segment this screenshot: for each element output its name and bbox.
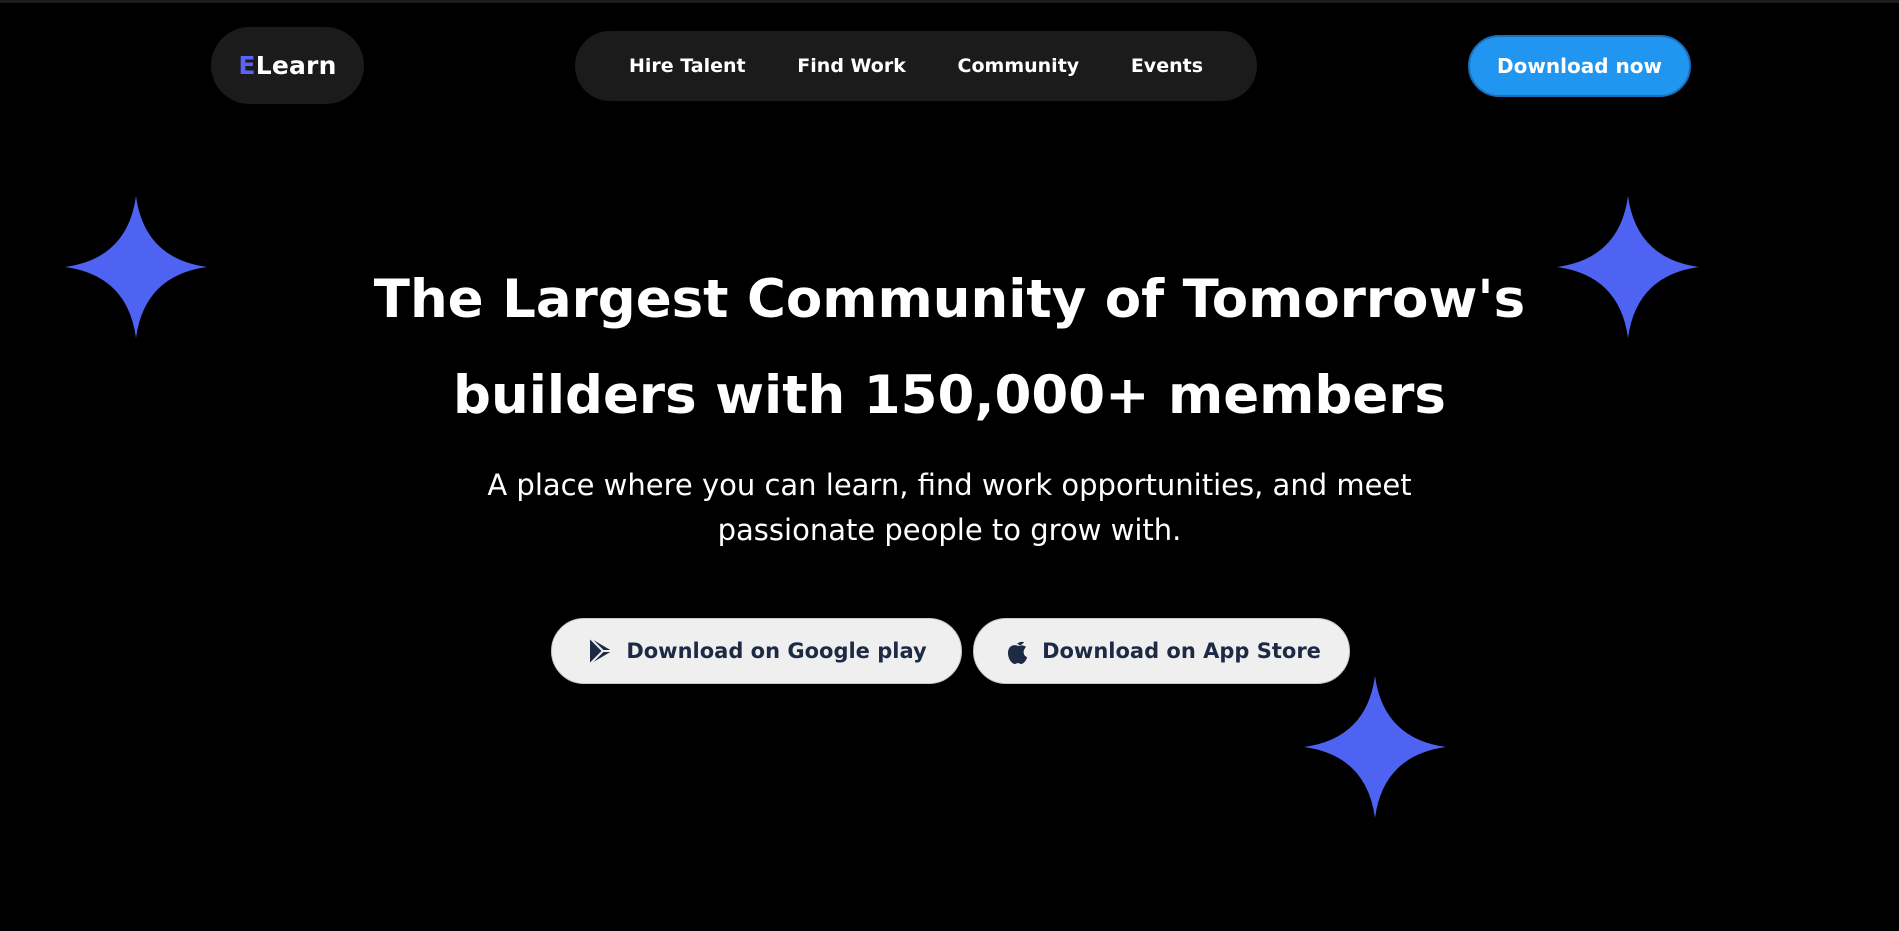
nav-link-events[interactable]: Events: [1131, 55, 1203, 77]
google-play-icon: [586, 636, 616, 666]
hero-title-line: builders with 150,000+ members: [453, 365, 1446, 426]
nav-link-find-work[interactable]: Find Work: [797, 55, 906, 77]
top-divider: [0, 0, 1899, 3]
hero-title-line: The Largest Community of Tomorrow's: [373, 269, 1526, 330]
hero-title: The Largest Community of Tomorrow's buil…: [0, 252, 1899, 444]
app-store-download-button[interactable]: Download on App Store: [973, 618, 1350, 684]
google-play-label: Download on Google play: [626, 639, 927, 663]
google-play-download-button[interactable]: Download on Google play: [551, 618, 962, 684]
logo-accent-letter: E: [238, 51, 256, 80]
download-now-button[interactable]: Download now: [1468, 35, 1691, 97]
logo-wordmark: Learn: [255, 51, 337, 80]
hero-subtitle: A place where you can learn, find work o…: [0, 463, 1899, 553]
logo[interactable]: E Learn: [211, 27, 364, 104]
nav-link-hire-talent[interactable]: Hire Talent: [629, 55, 746, 77]
app-store-label: Download on App Store: [1042, 639, 1321, 663]
nav-link-community[interactable]: Community: [958, 55, 1080, 77]
landing-page: E Learn Hire Talent Find Work Community E…: [0, 0, 1899, 931]
hero-subtitle-line: A place where you can learn, find work o…: [487, 468, 1412, 502]
apple-icon: [1002, 636, 1032, 666]
main-nav: Hire Talent Find Work Community Events: [575, 31, 1257, 101]
sparkle-star-icon: [1304, 676, 1446, 818]
hero-subtitle-line: passionate people to grow with.: [717, 513, 1182, 547]
